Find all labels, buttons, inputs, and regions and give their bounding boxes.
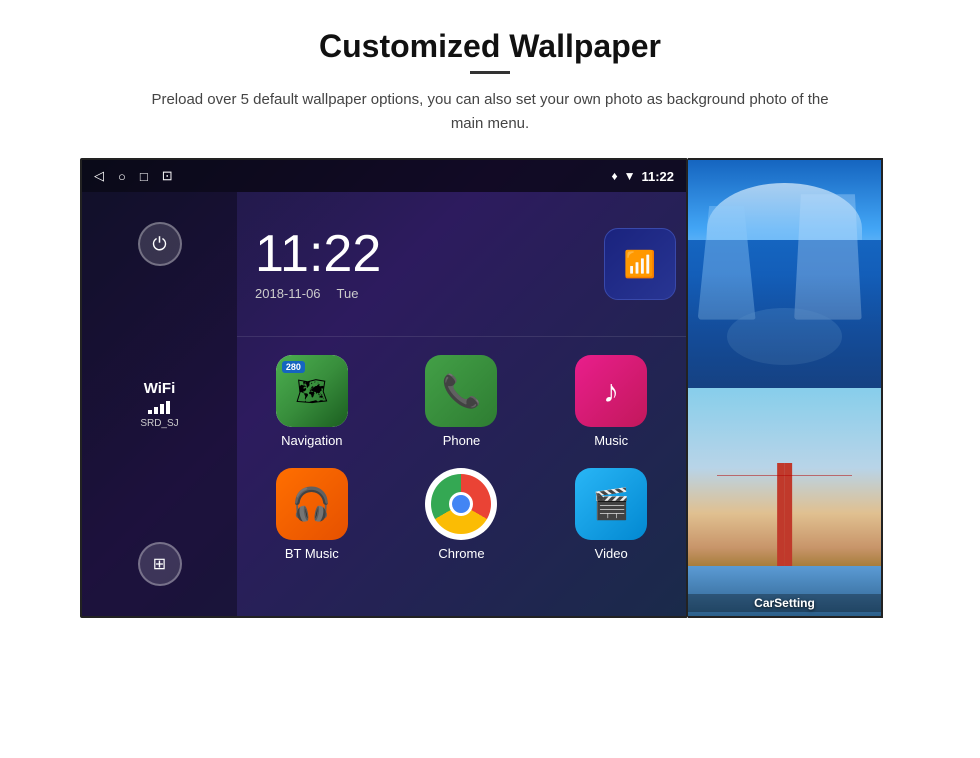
page-title: Customized Wallpaper (319, 28, 661, 65)
bridge-image (688, 388, 881, 616)
phone-label: Phone (443, 433, 481, 448)
apps-grid-icon: ⊞ (153, 554, 166, 574)
app-item-phone[interactable]: 📞 Phone (387, 345, 537, 458)
wifi-bar-2 (154, 407, 158, 414)
status-bar-nav: ◁ ○ □ ⊡ (94, 168, 173, 184)
home-nav-icon[interactable]: ○ (118, 169, 126, 184)
ice-cave-image (688, 160, 881, 388)
location-icon: ♦ (611, 169, 617, 183)
bridge-tower-left (777, 463, 785, 566)
chrome-label: Chrome (438, 546, 484, 561)
status-time: 11:22 (641, 169, 674, 184)
wifi-bar-4 (166, 401, 170, 414)
photo-nav-icon[interactable]: ⊡ (162, 168, 173, 184)
back-nav-icon[interactable]: ◁ (94, 168, 104, 184)
app-item-chrome[interactable]: Chrome (387, 458, 537, 571)
bt-music-label: BT Music (285, 546, 339, 561)
wallpaper-panel: CarSetting (688, 158, 883, 618)
wifi-wave-icon: 📶 (624, 249, 656, 280)
chrome-outer-ring (431, 474, 491, 534)
app-item-bt-music[interactable]: 🎧 BT Music (237, 458, 387, 571)
app-item-music[interactable]: ♪ Music (536, 345, 686, 458)
clock-display: 11:22 (255, 228, 576, 280)
android-screen: ◁ ○ □ ⊡ ♦ ▼ 11:22 ⏻ WiFi (80, 158, 688, 618)
screen-with-wallpapers: ◁ ○ □ ⊡ ♦ ▼ 11:22 ⏻ WiFi (80, 158, 900, 618)
wallpaper-bridge[interactable]: CarSetting (688, 388, 881, 616)
ice-shard-2 (794, 194, 862, 319)
nav-badge: 280 (282, 361, 305, 373)
date-value: 2018-11-06 (255, 286, 321, 301)
video-icon: 🎬 (575, 468, 647, 540)
wifi-bar-3 (160, 404, 164, 414)
clapperboard-icon: 🎬 (592, 487, 629, 522)
chrome-icon (425, 468, 497, 540)
signal-app-icon[interactable]: 📶 (604, 228, 676, 300)
wifi-ssid: SRD_SJ (140, 418, 178, 429)
top-apps-row: 📶 (594, 192, 686, 336)
wifi-bars (140, 401, 178, 414)
chrome-inner-circle (449, 492, 473, 516)
phone-handset-icon: 📞 (442, 372, 482, 410)
music-label: Music (594, 433, 628, 448)
phone-icon: 📞 (425, 355, 497, 427)
music-icon: ♪ (575, 355, 647, 427)
power-button[interactable]: ⏻ (138, 222, 182, 266)
nav-icon-inner: 280 🗺 (276, 355, 348, 427)
wifi-bar-1 (148, 410, 152, 414)
navigation-icon: 280 🗺 (276, 355, 348, 427)
wifi-signal-icon: ▼ (624, 169, 636, 183)
date-display: 2018-11-06 Tue (255, 286, 576, 301)
time-section: 11:22 2018-11-06 Tue 📶 (237, 192, 686, 337)
wallpaper-ice-cave[interactable] (688, 160, 881, 388)
apps-grid: 280 🗺 Navigation 📞 Phone (237, 337, 686, 579)
title-divider (470, 71, 510, 74)
power-icon: ⏻ (152, 234, 166, 255)
status-bar-right: ♦ ▼ 11:22 (611, 169, 674, 184)
day-value: Tue (337, 286, 359, 301)
bluetooth-icon: 🎧 (292, 485, 332, 523)
wifi-label: WiFi (140, 380, 178, 397)
wifi-widget: WiFi SRD_SJ (140, 380, 178, 429)
page-subtitle: Preload over 5 default wallpaper options… (150, 88, 830, 136)
app-item-video[interactable]: 🎬 Video (536, 458, 686, 571)
bt-music-icon: 🎧 (276, 468, 348, 540)
navigation-label: Navigation (281, 433, 342, 448)
main-content: 11:22 2018-11-06 Tue 📶 (237, 192, 686, 616)
map-icon: 🗺 (295, 376, 328, 407)
app-item-navigation[interactable]: 280 🗺 Navigation (237, 345, 387, 458)
bridge-tower-right (785, 463, 793, 566)
left-sidebar: ⏻ WiFi SRD_SJ ⊞ (82, 192, 237, 616)
video-label: Video (595, 546, 628, 561)
bridge-cable (717, 475, 852, 476)
recent-nav-icon[interactable]: □ (140, 169, 148, 184)
time-widget: 11:22 2018-11-06 Tue (237, 192, 594, 336)
music-note-icon: ♪ (603, 373, 619, 410)
ice-reflection (727, 308, 843, 365)
carsetting-label: CarSetting (688, 594, 881, 612)
status-bar: ◁ ○ □ ⊡ ♦ ▼ 11:22 (82, 160, 686, 192)
apps-button[interactable]: ⊞ (138, 542, 182, 586)
